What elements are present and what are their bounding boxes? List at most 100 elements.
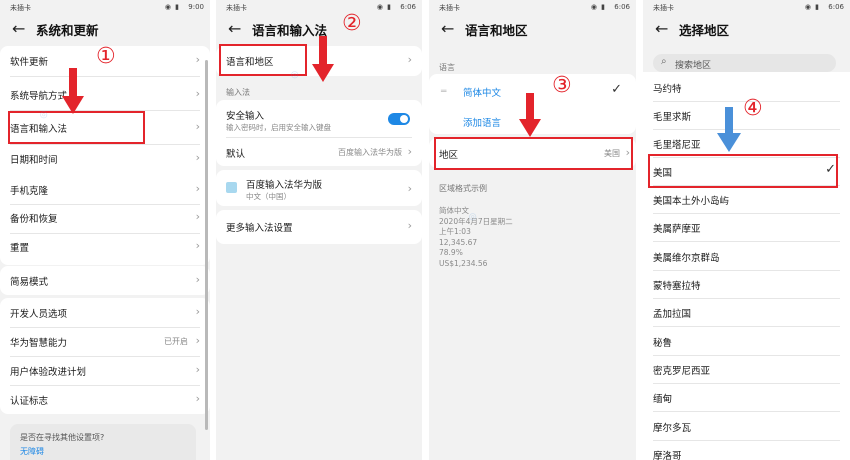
search-placeholder: 搜索地区: [675, 61, 712, 71]
region-name: 蒙特塞拉特: [653, 281, 701, 292]
list-item[interactable]: 蒙特塞拉特: [643, 270, 850, 298]
back-arrow-icon[interactable]: ←: [228, 19, 241, 39]
list-item[interactable]: 华为智慧能力 已开启 ›: [0, 327, 210, 356]
step-number-3: ③: [552, 73, 572, 98]
clock: 6:06: [614, 3, 630, 11]
list-item[interactable]: 简易模式 ›: [0, 266, 210, 295]
highlight-box: [434, 137, 633, 170]
status-icons: ◉ ▮: [804, 3, 820, 11]
input-method-card: 安全输入 输入密码时，启用安全输入键盘 默认 百度输入法华为版 ›: [216, 100, 422, 166]
list-item[interactable]: 重置 ›: [0, 232, 210, 261]
current-language: 简体中文: [463, 88, 502, 99]
back-arrow-icon[interactable]: ←: [441, 19, 454, 39]
back-arrow-icon[interactable]: ←: [655, 19, 668, 39]
region-name: 美属维尔京群岛: [653, 253, 720, 264]
ime-list-card: 百度输入法华为版 中文（中国） ›: [216, 170, 422, 206]
settings-list-4: 开发人员选项 › 华为智慧能力 已开启 › 用户体验改进计划 › 认证标志 ›: [0, 298, 210, 414]
list-item[interactable]: 备份和恢复 ›: [0, 203, 210, 232]
list-item[interactable]: 毛里塔尼亚: [643, 129, 850, 157]
screen-select-region: 未插卡 ◉ ▮ 6:06 ← 选择地区 ⌕ 搜索地区 马约特 毛里求斯 毛里塔尼…: [643, 0, 850, 460]
status-bar: 未插卡 ◉ ▮ 6:06: [429, 0, 636, 14]
chevron-right-icon[interactable]: ›: [408, 182, 412, 195]
drag-handle-icon[interactable]: ═: [441, 87, 446, 97]
format-line: 78.9%: [439, 248, 463, 257]
screen-system-update: 未插卡 ◉ ▮ 9:00 ← 系统和更新 软件更新 › 系统导航方式 › 语言和…: [0, 0, 210, 460]
search-icon: ⌕: [661, 56, 667, 67]
panel-gap: [422, 0, 429, 460]
suggestion-card: 是否在寻找其他设置项? 无障碍: [10, 424, 196, 460]
item-label: 简易模式: [10, 277, 49, 288]
format-line: 12,345.67: [439, 237, 478, 247]
back-arrow-icon[interactable]: ←: [12, 19, 25, 39]
section-label: 区域格式示例: [439, 184, 487, 193]
list-item[interactable]: 摩尔多瓦: [643, 412, 850, 440]
step-number-4: ④: [743, 96, 763, 121]
list-item[interactable]: 开发人员选项 ›: [0, 298, 210, 327]
step-number-2: ②: [342, 11, 362, 36]
region-name: 毛里塔尼亚: [653, 140, 701, 151]
scrollbar[interactable]: [205, 60, 208, 430]
carrier-text: 未插卡: [439, 4, 460, 12]
red-arrow-icon: [312, 36, 334, 82]
default-ime-value: 百度输入法华为版: [338, 148, 402, 157]
list-item[interactable]: 密克罗尼西亚: [643, 355, 850, 383]
chevron-right-icon: ›: [195, 273, 200, 286]
chevron-right-icon: ›: [195, 334, 200, 347]
region-name: 毛里求斯: [653, 112, 692, 123]
list-item[interactable]: 摩洛哥: [643, 440, 850, 460]
status-icons: ◉ ▮: [164, 3, 180, 11]
screen-language-region: 未插卡 ◉ ▮ 6:06 ← 语言和地区 语言 ═ 简体中文 ✓ 添加语言 地区…: [429, 0, 636, 460]
list-item[interactable]: 认证标志 ›: [0, 385, 210, 414]
region-name: 秘鲁: [653, 338, 673, 349]
status-bar: 未插卡 ◉ ▮ 9:00: [0, 0, 210, 14]
item-label: 手机克隆: [10, 186, 49, 197]
carrier-text: 未插卡: [226, 4, 247, 12]
red-arrow-icon: [62, 68, 84, 114]
chevron-right-icon: ›: [195, 53, 200, 66]
chevron-right-icon: ›: [407, 145, 412, 158]
settings-list-3: 简易模式 ›: [0, 266, 210, 295]
list-item[interactable]: 秘鲁: [643, 327, 850, 355]
list-item[interactable]: 手机克隆 ›: [0, 175, 210, 204]
region-name: 密克罗尼西亚: [653, 366, 711, 377]
list-item[interactable]: 美属萨摩亚: [643, 213, 850, 241]
status-value: 已开启: [164, 337, 188, 346]
chevron-right-icon: ›: [195, 151, 200, 164]
list-item[interactable]: 美国本土外小岛屿: [643, 185, 850, 213]
list-item[interactable]: 孟加拉国: [643, 298, 850, 326]
item-label: 默认: [226, 149, 246, 160]
region-name: 缅甸: [653, 394, 673, 405]
item-label: 认证标志: [10, 396, 49, 407]
chevron-right-icon: ›: [195, 363, 200, 376]
list-item-default-ime[interactable]: 默认 百度输入法华为版 ›: [216, 138, 422, 167]
status-bar: 未插卡 ◉ ▮ 6:06: [216, 0, 422, 14]
search-input[interactable]: ⌕ 搜索地区: [653, 54, 836, 72]
list-item[interactable]: 美属维尔京群岛: [643, 242, 850, 270]
clock: 9:00: [188, 3, 204, 11]
carrier-text: 未插卡: [653, 4, 674, 12]
item-label: 软件更新: [10, 57, 49, 68]
list-item-more-ime[interactable]: 更多输入法设置 ›: [216, 212, 422, 241]
list-item[interactable]: 系统导航方式 ›: [0, 80, 210, 109]
accessibility-link[interactable]: 无障碍: [20, 446, 44, 457]
item-label: 日期和时间: [10, 155, 58, 166]
clock: 6:06: [828, 3, 844, 11]
checkbox-icon[interactable]: [226, 182, 237, 193]
section-label: 输入法: [226, 88, 250, 97]
item-label: 华为智慧能力: [10, 338, 68, 349]
list-item[interactable]: 日期和时间 ›: [0, 144, 210, 173]
clock: 6:06: [400, 3, 416, 11]
list-item[interactable]: 用户体验改进计划 ›: [0, 356, 210, 385]
secure-input-toggle[interactable]: [388, 113, 410, 125]
list-item[interactable]: 缅甸: [643, 383, 850, 411]
header: ← 选择地区: [643, 18, 850, 46]
item-label: 用户体验改进计划: [10, 367, 87, 378]
chevron-right-icon: ›: [195, 120, 200, 133]
region-name: 孟加拉国: [653, 309, 692, 320]
add-language-link[interactable]: 添加语言: [463, 115, 501, 129]
check-icon: ✓: [611, 82, 622, 97]
region-name: 美属萨摩亚: [653, 224, 701, 235]
page-title: 语言和地区: [465, 23, 528, 38]
region-name: 摩洛哥: [653, 451, 682, 460]
page-title: 选择地区: [679, 23, 730, 38]
